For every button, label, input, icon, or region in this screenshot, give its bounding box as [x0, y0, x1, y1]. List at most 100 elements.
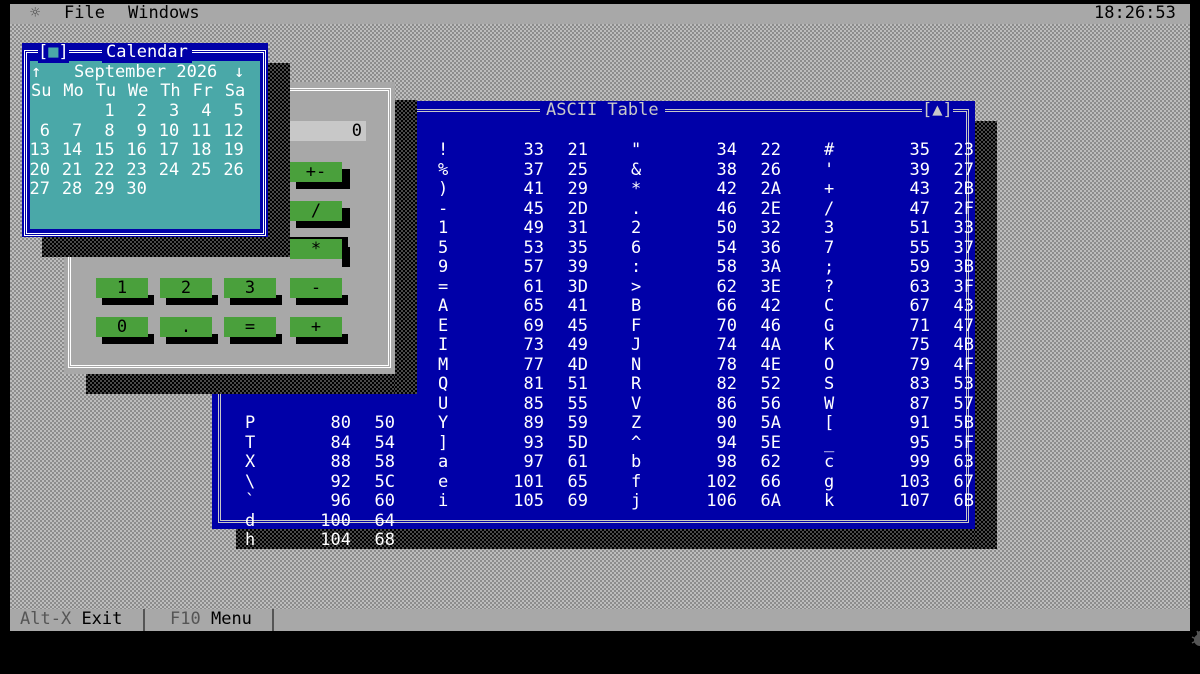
ascii-cell: 64 [374, 510, 395, 531]
status-menu[interactable]: F10 Menu [170, 609, 252, 630]
ascii-cell: V [631, 393, 642, 414]
calendar-day[interactable]: 30 [123, 179, 146, 200]
ascii-cell: 33 [953, 218, 974, 238]
calendar-day[interactable]: 19 [220, 140, 243, 161]
ascii-cell: d [245, 510, 256, 531]
ascii-cell: M [438, 354, 449, 375]
ascii-cell: 2B [953, 179, 974, 199]
prev-month-arrow[interactable]: ↑ [31, 62, 41, 83]
ascii-cell: Q [438, 374, 449, 394]
digit-0-button[interactable]: 0 [96, 317, 148, 337]
calendar-day[interactable]: 11 [188, 121, 211, 142]
calendar-day[interactable]: 16 [123, 140, 146, 161]
ascii-cell: 97 [523, 452, 544, 472]
ascii-cell: 5A [760, 413, 781, 433]
ascii-cell: 54 [716, 237, 737, 258]
calendar-day[interactable]: 20 [26, 160, 50, 181]
equals-button[interactable]: = [224, 317, 276, 337]
ascii-cell: 86 [716, 393, 737, 414]
status-divider [272, 609, 274, 631]
close-button[interactable]: [■] [38, 42, 69, 63]
calendar-day[interactable]: 22 [91, 160, 114, 181]
digit-3-button[interactable]: 3 [224, 278, 276, 298]
calendar-day[interactable]: 6 [26, 121, 50, 142]
calendar-day[interactable]: 25 [188, 160, 211, 181]
multiply-button[interactable]: * [290, 239, 342, 259]
calendar-window[interactable]: [■] Calendar ↑ September 2026 ↓ Su Mo Tu We Th F… [22, 42, 268, 237]
calendar-day[interactable]: 1 [91, 101, 114, 122]
calendar-day[interactable]: 26 [220, 160, 243, 181]
window-title: Calendar [102, 42, 192, 63]
calendar-day[interactable]: 28 [58, 179, 82, 200]
system-menu-icon[interactable]: ☼ [30, 3, 40, 24]
ascii-cell: 5B [953, 413, 974, 433]
calendar-day[interactable]: 17 [155, 140, 179, 161]
calendar-day[interactable]: 29 [91, 179, 114, 200]
ascii-cell: X [245, 452, 256, 472]
status-exit[interactable]: Alt-X Exit [20, 609, 122, 630]
plus-minus-button[interactable]: +- [290, 162, 342, 182]
menu-file[interactable]: File [64, 3, 105, 24]
ascii-cell: c [824, 452, 835, 472]
maximize-button[interactable]: [▲] [922, 100, 953, 121]
ascii-cell: 37 [523, 159, 544, 180]
digit-1-button[interactable]: 1 [96, 278, 148, 298]
calendar-day[interactable]: 27 [26, 179, 50, 200]
calendar-day[interactable]: 5 [220, 101, 244, 122]
calendar-day[interactable]: 3 [155, 101, 179, 122]
ascii-cell: 5F [953, 432, 974, 453]
ascii-cell: 47 [953, 315, 974, 336]
ascii-cell: 42 [716, 179, 737, 199]
ascii-cell: 82 [716, 374, 737, 394]
plus-button[interactable]: + [290, 317, 342, 337]
calendar-day[interactable]: 7 [58, 121, 82, 142]
ascii-cell: 49 [567, 335, 588, 355]
ascii-cell: 83 [909, 374, 930, 394]
decimal-button[interactable]: . [160, 317, 212, 337]
divide-button[interactable]: / [290, 201, 342, 221]
ascii-cell: k [824, 491, 835, 511]
calendar-day[interactable]: 9 [123, 121, 147, 142]
calendar-day[interactable]: 14 [58, 140, 82, 161]
calendar-day[interactable]: 15 [91, 140, 114, 161]
ascii-cell: 96 [330, 491, 351, 511]
ascii-cell: 57 [523, 257, 544, 277]
ascii-cell: 49 [523, 218, 544, 238]
ascii-cell: 62 [716, 276, 737, 297]
calendar-day[interactable]: 23 [123, 160, 146, 181]
ascii-cell: 85 [523, 393, 544, 414]
digit-2-button[interactable]: 2 [160, 278, 212, 298]
ascii-cell: 105 [513, 491, 544, 511]
ascii-cell: 43 [953, 296, 974, 316]
calendar-day[interactable]: 24 [155, 160, 179, 181]
ascii-cell: 63 [953, 452, 974, 472]
calendar-day[interactable]: 18 [188, 140, 211, 161]
ascii-cell: ) [438, 179, 449, 199]
ascii-cell: 57 [953, 393, 974, 414]
ascii-cell: P [245, 413, 256, 433]
ascii-cell: E [438, 315, 449, 336]
calendar-day[interactable]: 4 [188, 101, 211, 122]
next-month-arrow[interactable]: ↓ [234, 62, 244, 83]
calendar-day[interactable]: 12 [220, 121, 243, 142]
ascii-cell: 65 [567, 471, 588, 492]
ascii-cell: 55 [909, 237, 930, 258]
menu-windows[interactable]: Windows [128, 3, 200, 24]
ascii-cell: 79 [909, 354, 930, 375]
status-divider [143, 609, 145, 631]
window-shadow [395, 100, 417, 394]
calendar-day[interactable]: 8 [91, 121, 114, 142]
close-icon: ■ [48, 42, 59, 62]
ascii-cell: 75 [909, 335, 930, 355]
ascii-cell: 91 [909, 413, 930, 433]
window-shadow [42, 237, 290, 257]
calendar-day[interactable]: 13 [26, 140, 50, 161]
calendar-day[interactable]: 21 [58, 160, 82, 181]
ascii-cell: 4B [953, 335, 974, 355]
calendar-day[interactable]: 10 [155, 121, 179, 142]
minus-button[interactable]: - [290, 278, 342, 298]
ascii-cell: 4E [760, 354, 781, 375]
ascii-cell: 56 [760, 393, 781, 414]
ascii-cell: 39 [909, 159, 930, 180]
calendar-day[interactable]: 2 [123, 101, 147, 122]
